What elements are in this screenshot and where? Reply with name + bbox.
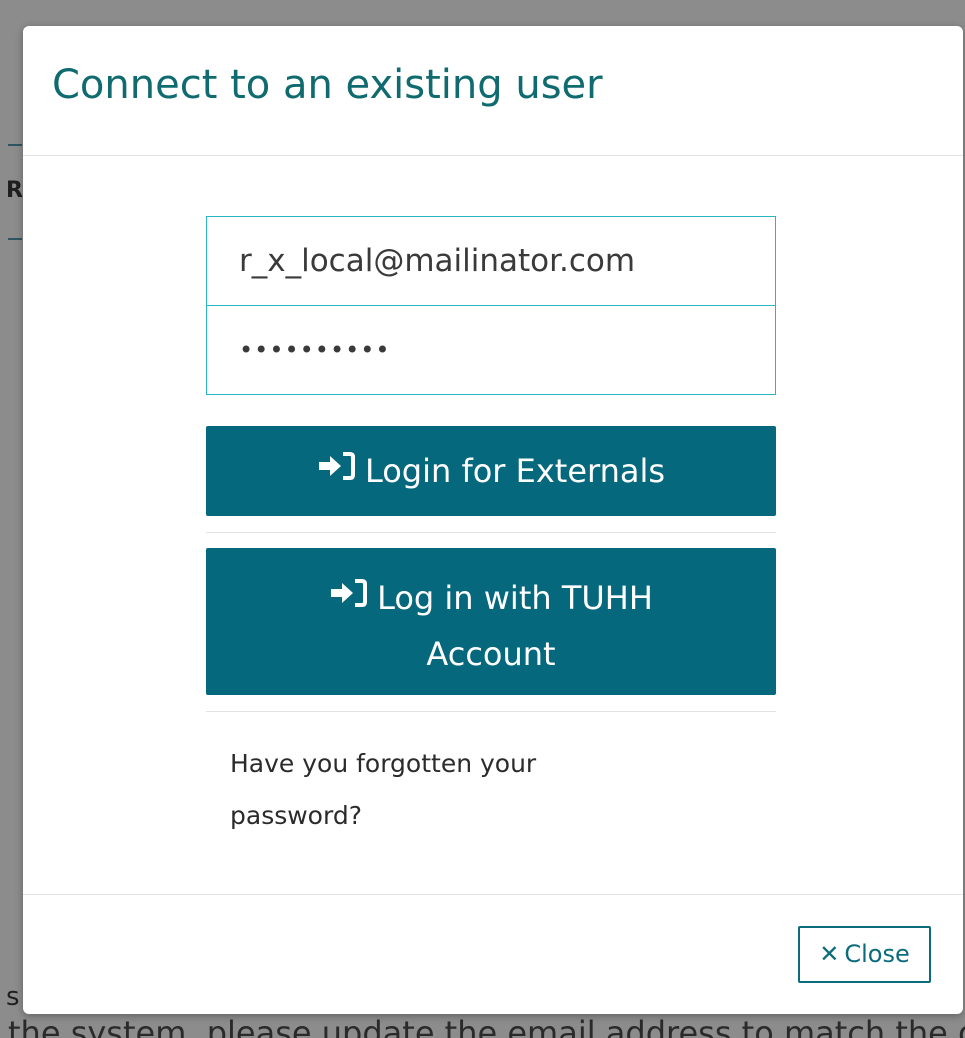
sign-in-icon	[329, 569, 368, 625]
modal-footer-divider	[23, 894, 963, 895]
background-text-fragment: s	[6, 982, 20, 1012]
login-externals-button[interactable]: Login for Externals	[206, 426, 776, 516]
login-tuhh-label-line2: Account	[426, 635, 556, 673]
background-divider	[8, 238, 22, 240]
login-modal: Connect to an existing user Login for Ex…	[23, 26, 963, 1014]
forgot-password-link[interactable]: Have you forgotten your password?	[230, 738, 650, 842]
login-externals-label: Login for Externals	[364, 452, 666, 490]
close-label: Close	[844, 940, 910, 968]
background-text-fragment: R	[6, 178, 23, 203]
background-divider	[8, 144, 22, 146]
close-button[interactable]: ✕ Close	[798, 926, 931, 983]
modal-title: Connect to an existing user	[52, 62, 603, 108]
login-tuhh-button[interactable]: Log in with TUHH Account	[206, 548, 776, 695]
background-text: the system, please update the email addr…	[8, 1014, 965, 1038]
login-form	[206, 216, 776, 395]
divider	[206, 532, 776, 533]
login-tuhh-label: Log in with TUHH	[377, 579, 653, 617]
forgot-password-text: password?	[230, 801, 362, 830]
password-field[interactable]	[206, 305, 776, 395]
sign-in-icon	[317, 425, 355, 515]
forgot-password-text: Have you forgotten your	[230, 749, 537, 778]
divider	[206, 711, 776, 712]
email-field[interactable]	[206, 216, 776, 306]
modal-header: Connect to an existing user	[23, 26, 963, 156]
close-icon: ✕	[819, 940, 840, 968]
